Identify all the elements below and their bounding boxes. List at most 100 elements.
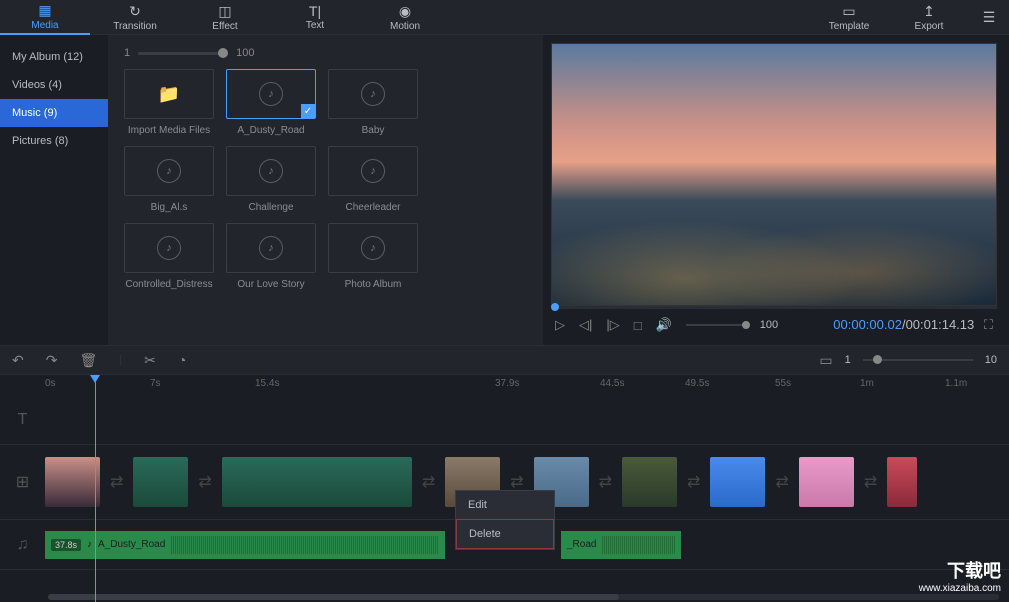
text-track[interactable]: T [0,395,1009,445]
transition-slot[interactable]: ⇄ [198,472,211,492]
hamburger-menu[interactable]: ☰ [969,0,1009,35]
timeline-toolbar-right: ▭ 1 10 [819,352,997,369]
media-item-label: Challenge [248,202,293,213]
media-item-challenge[interactable]: ♪ Challenge [226,146,316,213]
media-item-cheerleader[interactable]: ♪ Cheerleader [328,146,418,213]
playhead[interactable] [95,375,96,602]
fullscreen-button[interactable]: ⛶ [984,317,993,332]
media-item-label: Photo Album [345,279,402,290]
context-delete[interactable]: Delete [456,519,554,549]
sidebar-label: My Album [12,51,60,63]
preview-video[interactable] [551,43,997,306]
export-icon: ↥ [923,3,935,20]
tab-template-label: Template [829,21,870,32]
media-item-big-als[interactable]: ♪ Big_Al.s [124,146,214,213]
media-item-photo-album[interactable]: ♪ Photo Album [328,223,418,290]
sidebar-label: Pictures [12,135,52,147]
crop-button[interactable]: ◔ [178,352,186,368]
music-note-icon: ♪ [259,236,283,260]
transition-slot[interactable]: ⇄ [110,472,123,492]
media-item-import[interactable]: 📁 Import Media Files [124,69,214,136]
media-item-a-dusty-road[interactable]: ♪✓ A_Dusty_Road [226,69,316,136]
zoom-slider[interactable] [863,359,973,361]
time-tick: 7s [150,378,161,389]
preview-progress[interactable] [551,306,997,309]
media-item-baby[interactable]: ♪ Baby [328,69,418,136]
video-clip[interactable] [710,457,765,507]
media-item-controlled-distress[interactable]: ♪ Controlled_Distress [124,223,214,290]
timeline-toolbar: ↶ ↷ 🗑 | ✂ ◔ ▭ 1 10 [0,345,1009,375]
tab-text[interactable]: T| Text [270,0,360,35]
media-item-label: A_Dusty_Road [237,125,304,136]
music-note-icon: ♪ [361,236,385,260]
import-folder-icon: 📁 [158,84,180,105]
music-clip[interactable]: 37.8s ♪ A_Dusty_Road [45,531,445,559]
timeline: 0s 7s 15.4s 37.9s 44.5s 49.5s 55s 1m 1.1… [0,375,1009,602]
sidebar-count: (12) [63,51,83,63]
thumbnail-size-slider[interactable] [138,52,228,55]
time-tick: 44.5s [600,378,624,389]
video-clip[interactable] [887,457,917,507]
tab-template[interactable]: ▭ Template [809,0,889,35]
template-icon: ▭ [842,3,855,20]
redo-button[interactable]: ↷ [46,352,58,369]
volume-icon[interactable]: 🔊 [656,317,672,333]
tab-export[interactable]: ↥ Export [889,0,969,35]
music-clip-duration: 37.8s [51,539,81,551]
music-note-icon: ♪ [157,159,181,183]
preview-controls: ▷ ◁| |▷ □ 🔊 100 00:00:00.02/00:01:14.13 … [551,309,997,341]
undo-button[interactable]: ↶ [12,352,24,369]
play-button[interactable]: ▷ [555,317,565,333]
transition-slot[interactable]: ⇄ [687,472,700,492]
split-button[interactable]: ✂ [144,352,156,369]
transition-slot[interactable]: ⇄ [510,472,523,492]
stop-button[interactable]: □ [634,318,642,333]
fit-button[interactable]: ▭ [819,352,832,369]
timeline-scrollbar[interactable] [48,594,999,600]
media-item-label: Cheerleader [345,202,400,213]
volume-value: 100 [760,319,778,331]
transition-slot[interactable]: ⇄ [422,472,435,492]
video-clip[interactable] [45,457,100,507]
transition-slot[interactable]: ⇄ [864,472,877,492]
time-tick: 1m [860,378,874,389]
music-clip-name: _Road [567,539,596,550]
tab-motion[interactable]: ◉ Motion [360,0,450,35]
context-edit[interactable]: Edit [456,491,554,519]
music-note-icon: ♪ [361,82,385,106]
sidebar-item-videos[interactable]: Videos (4) [0,71,108,99]
next-frame-button[interactable]: |▷ [606,317,619,333]
transition-slot[interactable]: ⇄ [775,472,788,492]
video-clip[interactable]: 🔊 [222,457,412,507]
watermark-url: www.xiazaiba.com [919,583,1001,594]
video-clip[interactable] [622,457,677,507]
transition-slot[interactable]: ⇄ [599,472,612,492]
volume-slider[interactable] [686,324,746,326]
tab-transition[interactable]: ↻ Transition [90,0,180,35]
tab-media[interactable]: ▦ Media [0,0,90,35]
sidebar-label: Music [12,107,41,119]
prev-frame-button[interactable]: ◁| [579,317,592,333]
time-tick: 49.5s [685,378,709,389]
music-clip[interactable]: _Road [561,531,681,559]
video-clip[interactable]: 🔊 [133,457,188,507]
media-item-our-love-story[interactable]: ♪ Our Love Story [226,223,316,290]
media-item-label: Baby [362,125,385,136]
tab-text-label: Text [306,20,324,31]
media-item-label: Big_Al.s [151,202,188,213]
music-clip-name: A_Dusty_Road [98,539,165,550]
music-note-icon: ♪ [259,159,283,183]
time-ruler[interactable]: 0s 7s 15.4s 37.9s 44.5s 49.5s 55s 1m 1.1… [0,375,1009,395]
sidebar-item-pictures[interactable]: Pictures (8) [0,127,108,155]
watermark-brand: 下载吧 [919,557,1001,583]
time-total: 00:01:14.13 [906,317,975,332]
music-track-icon: ♫ [0,536,45,554]
time-tick: 37.9s [495,378,519,389]
delete-button[interactable]: 🗑 [79,352,97,369]
sidebar-item-myalbum[interactable]: My Album (12) [0,43,108,71]
video-clip[interactable] [799,457,854,507]
top-toolbar: ▦ Media ↻ Transition ◫ Effect T| Text ◉ … [0,0,1009,35]
sidebar: My Album (12) Videos (4) Music (9) Pictu… [0,35,108,345]
tab-effect[interactable]: ◫ Effect [180,0,270,35]
sidebar-item-music[interactable]: Music (9) [0,99,108,127]
